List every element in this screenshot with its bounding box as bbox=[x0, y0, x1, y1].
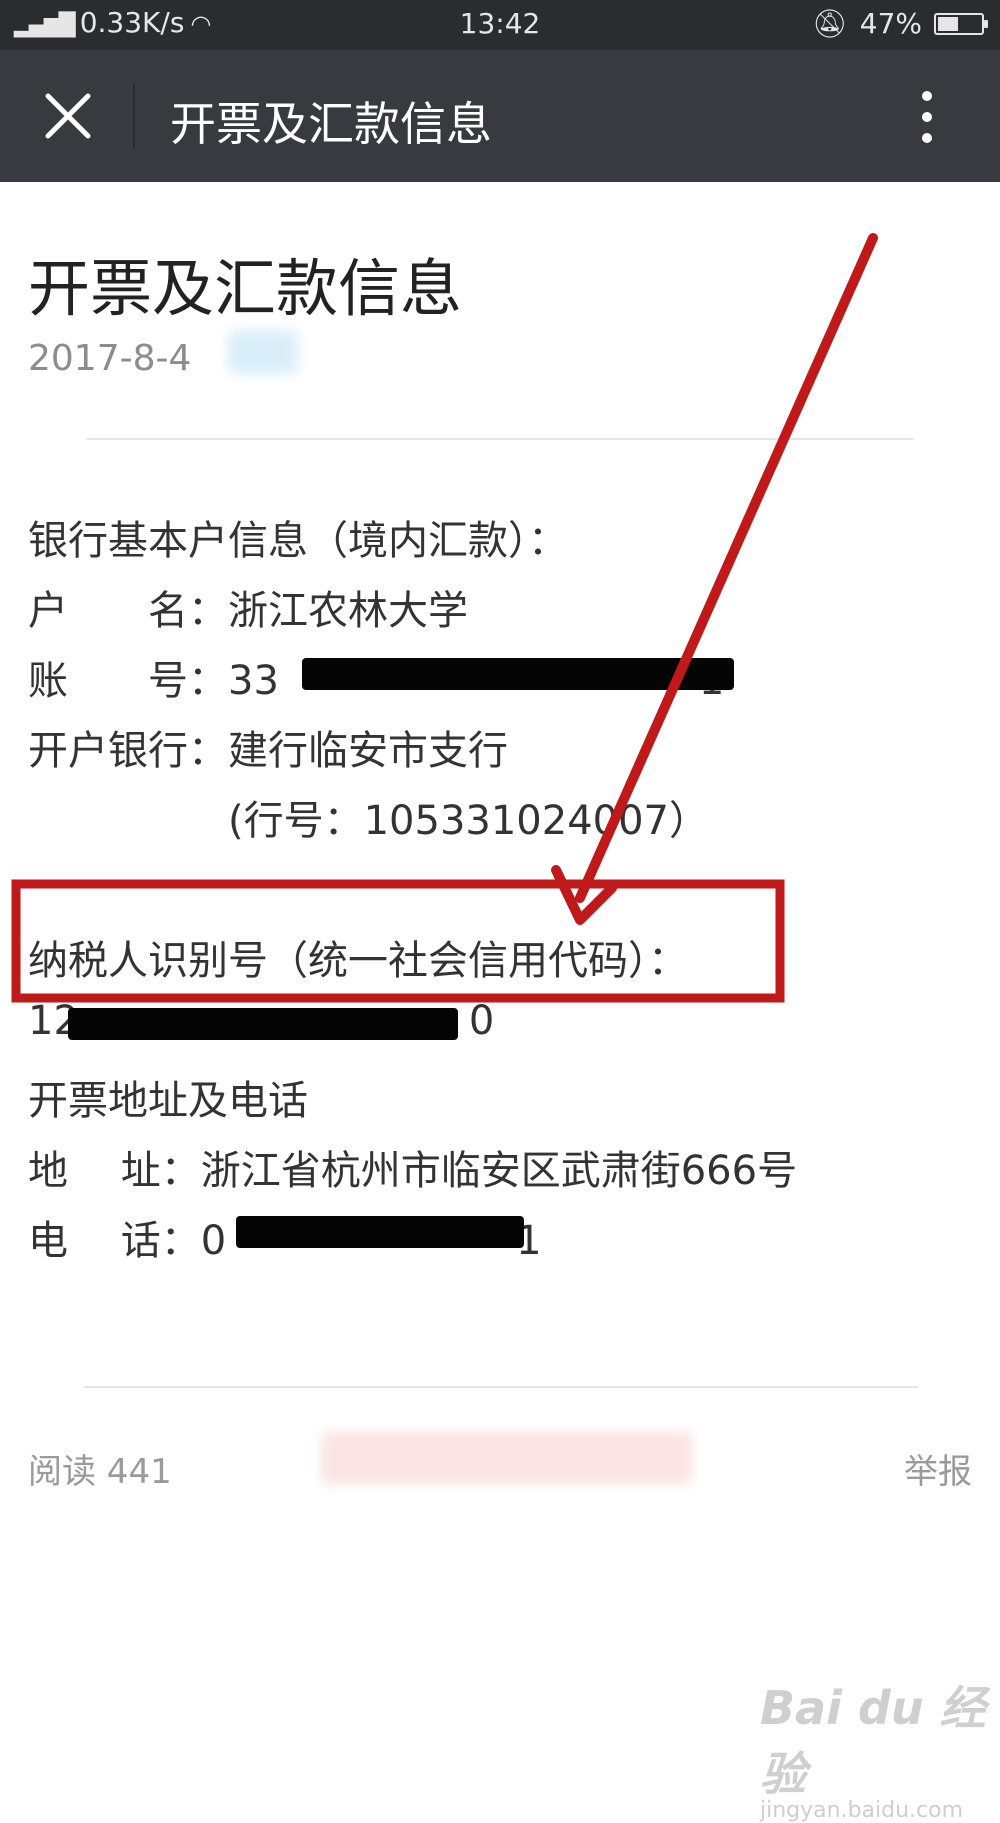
address-label: 地 址： bbox=[28, 1148, 201, 1194]
arrow-head bbox=[551, 865, 617, 925]
phone-redaction bbox=[236, 1216, 524, 1248]
nav-bar: 开票及汇款信息 bbox=[0, 50, 1000, 182]
tax-id-redaction bbox=[68, 1008, 458, 1040]
bank-code: (行号：105331024007） bbox=[228, 798, 709, 844]
baidu-watermark: Bai du 经验 jingyan.baidu.com bbox=[760, 1672, 1000, 1823]
bell-muted-icon: 🔕︎ bbox=[812, 7, 848, 40]
watermark-url: jingyan.baidu.com bbox=[760, 1798, 964, 1823]
battery-percent: 47% bbox=[859, 7, 922, 40]
address-row: 地 址：浙江省杭州市临安区武肃街666号 bbox=[28, 1138, 797, 1196]
read-count: 阅读 441 bbox=[28, 1452, 172, 1492]
nav-divider bbox=[133, 84, 135, 148]
status-bar: ▂▄▆█ 0.33K/s ◠ 13:42 🔕︎ 47% bbox=[0, 0, 1000, 50]
account-name-value: 浙江农林大学 bbox=[228, 588, 468, 634]
close-icon[interactable] bbox=[42, 90, 94, 142]
article-title: 开票及汇款信息 bbox=[28, 252, 463, 325]
header-divider bbox=[86, 438, 914, 440]
status-right: 🔕︎ 47% bbox=[812, 7, 988, 40]
report-link[interactable]: 举报 bbox=[904, 1444, 972, 1493]
more-icon[interactable] bbox=[920, 90, 934, 144]
article-date: 2017-8-4 bbox=[28, 338, 192, 379]
account-no-label: 账 号： bbox=[28, 658, 228, 704]
tax-id-label: 纳税人识别号（统一社会信用代码）： bbox=[28, 938, 688, 984]
footer-divider bbox=[84, 1386, 918, 1388]
nav-title: 开票及汇款信息 bbox=[170, 97, 492, 151]
bank-value: 建行临安市支行 bbox=[228, 728, 508, 774]
bank-heading: 银行基本户信息（境内汇款）： bbox=[28, 518, 568, 564]
account-no-start: 33 bbox=[228, 658, 279, 704]
phone-start: 0 bbox=[200, 1218, 227, 1264]
blurred-banner bbox=[322, 1432, 692, 1484]
battery-icon bbox=[934, 12, 988, 35]
bank-label: 开户银行： bbox=[28, 728, 228, 774]
battery-fill bbox=[938, 16, 958, 31]
author-name-blurred[interactable] bbox=[228, 330, 298, 374]
account-name-label: 户 名： bbox=[28, 588, 228, 634]
tax-id-end: 0 bbox=[468, 998, 495, 1044]
account-name-row: 户 名：浙江农林大学 bbox=[28, 578, 468, 636]
watermark-logo: Bai du 经验 bbox=[760, 1681, 986, 1801]
phone-label: 电 话： bbox=[28, 1218, 201, 1264]
account-no-redaction bbox=[302, 658, 734, 690]
bank-row: 开户银行：建行临安市支行 bbox=[28, 718, 508, 776]
invoice-heading: 开票地址及电话 bbox=[28, 1078, 308, 1124]
address-value: 浙江省杭州市临安区武肃街666号 bbox=[200, 1148, 798, 1194]
